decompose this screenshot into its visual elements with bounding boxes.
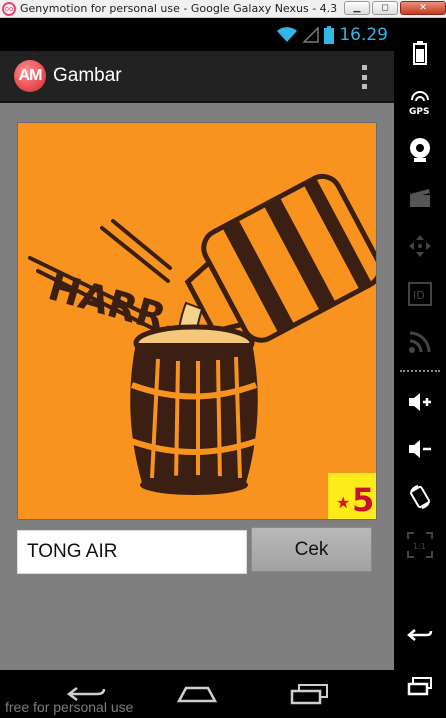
puzzle-picture: HARR... ★ 5 [17, 122, 377, 520]
dpad-icon[interactable] [394, 226, 446, 266]
svg-text:1:1: 1:1 [413, 542, 426, 551]
menu-icon[interactable] [394, 666, 446, 706]
main-content: HARR... ★ 5 TONG AIR Cek [0, 103, 394, 688]
maximize-button[interactable]: ◻ [372, 1, 398, 15]
emulator-toolbar: GPS ID 1:1 [394, 18, 446, 718]
battery-icon[interactable] [394, 33, 446, 73]
barrel-shape [130, 324, 258, 495]
svg-text:GPS: GPS [409, 107, 429, 116]
gps-icon[interactable]: GPS [394, 83, 446, 123]
toolbar-separator [400, 370, 440, 372]
scale-icon[interactable]: 1:1 [394, 525, 446, 565]
close-button[interactable]: ✕ [400, 1, 446, 15]
back-icon[interactable] [394, 616, 446, 656]
status-bar: 16.29 [0, 18, 394, 51]
android-screen: 16.29 AM Gambar HARR... ★ 5 TONG AIR Cek… [0, 18, 394, 718]
recent-apps-icon[interactable] [284, 676, 334, 712]
camera-icon[interactable] [394, 130, 446, 170]
media-icon[interactable] [394, 178, 446, 218]
svg-text:ID: ID [413, 289, 425, 302]
home-icon[interactable] [172, 676, 222, 712]
answer-input[interactable]: TONG AIR [17, 530, 247, 574]
volume-up-icon[interactable] [394, 382, 446, 422]
barrel-illustration: HARR... ★ 5 [28, 173, 376, 519]
clock: 16.29 [339, 24, 388, 45]
app-logo[interactable]: AM [14, 60, 46, 92]
star-badge-number: 5 [352, 481, 374, 519]
minimize-button[interactable]: ▁ [344, 1, 370, 15]
screen-title: Gambar [53, 65, 122, 86]
check-button[interactable]: Cek [251, 527, 372, 572]
overflow-menu-icon[interactable] [362, 65, 368, 89]
rss-icon[interactable] [394, 322, 446, 362]
genymotion-app-icon: oo [2, 1, 16, 16]
id-icon[interactable]: ID [394, 274, 446, 314]
window-title-bar[interactable]: oo Genymotion for personal use - Google … [0, 0, 446, 18]
wifi-icon [276, 26, 298, 43]
volume-down-icon[interactable] [394, 429, 446, 469]
svg-text:★: ★ [336, 493, 350, 512]
action-bar: AM Gambar [0, 51, 394, 103]
signal-icon [303, 26, 320, 43]
battery-icon [324, 25, 335, 44]
window-title: Genymotion for personal use - Google Gal… [20, 2, 338, 15]
window-controls: ▁ ◻ ✕ [342, 0, 446, 16]
rotate-icon[interactable] [394, 477, 446, 517]
watermark: free for personal use [5, 699, 134, 715]
emulator-window: oo Genymotion for personal use - Google … [0, 0, 446, 718]
